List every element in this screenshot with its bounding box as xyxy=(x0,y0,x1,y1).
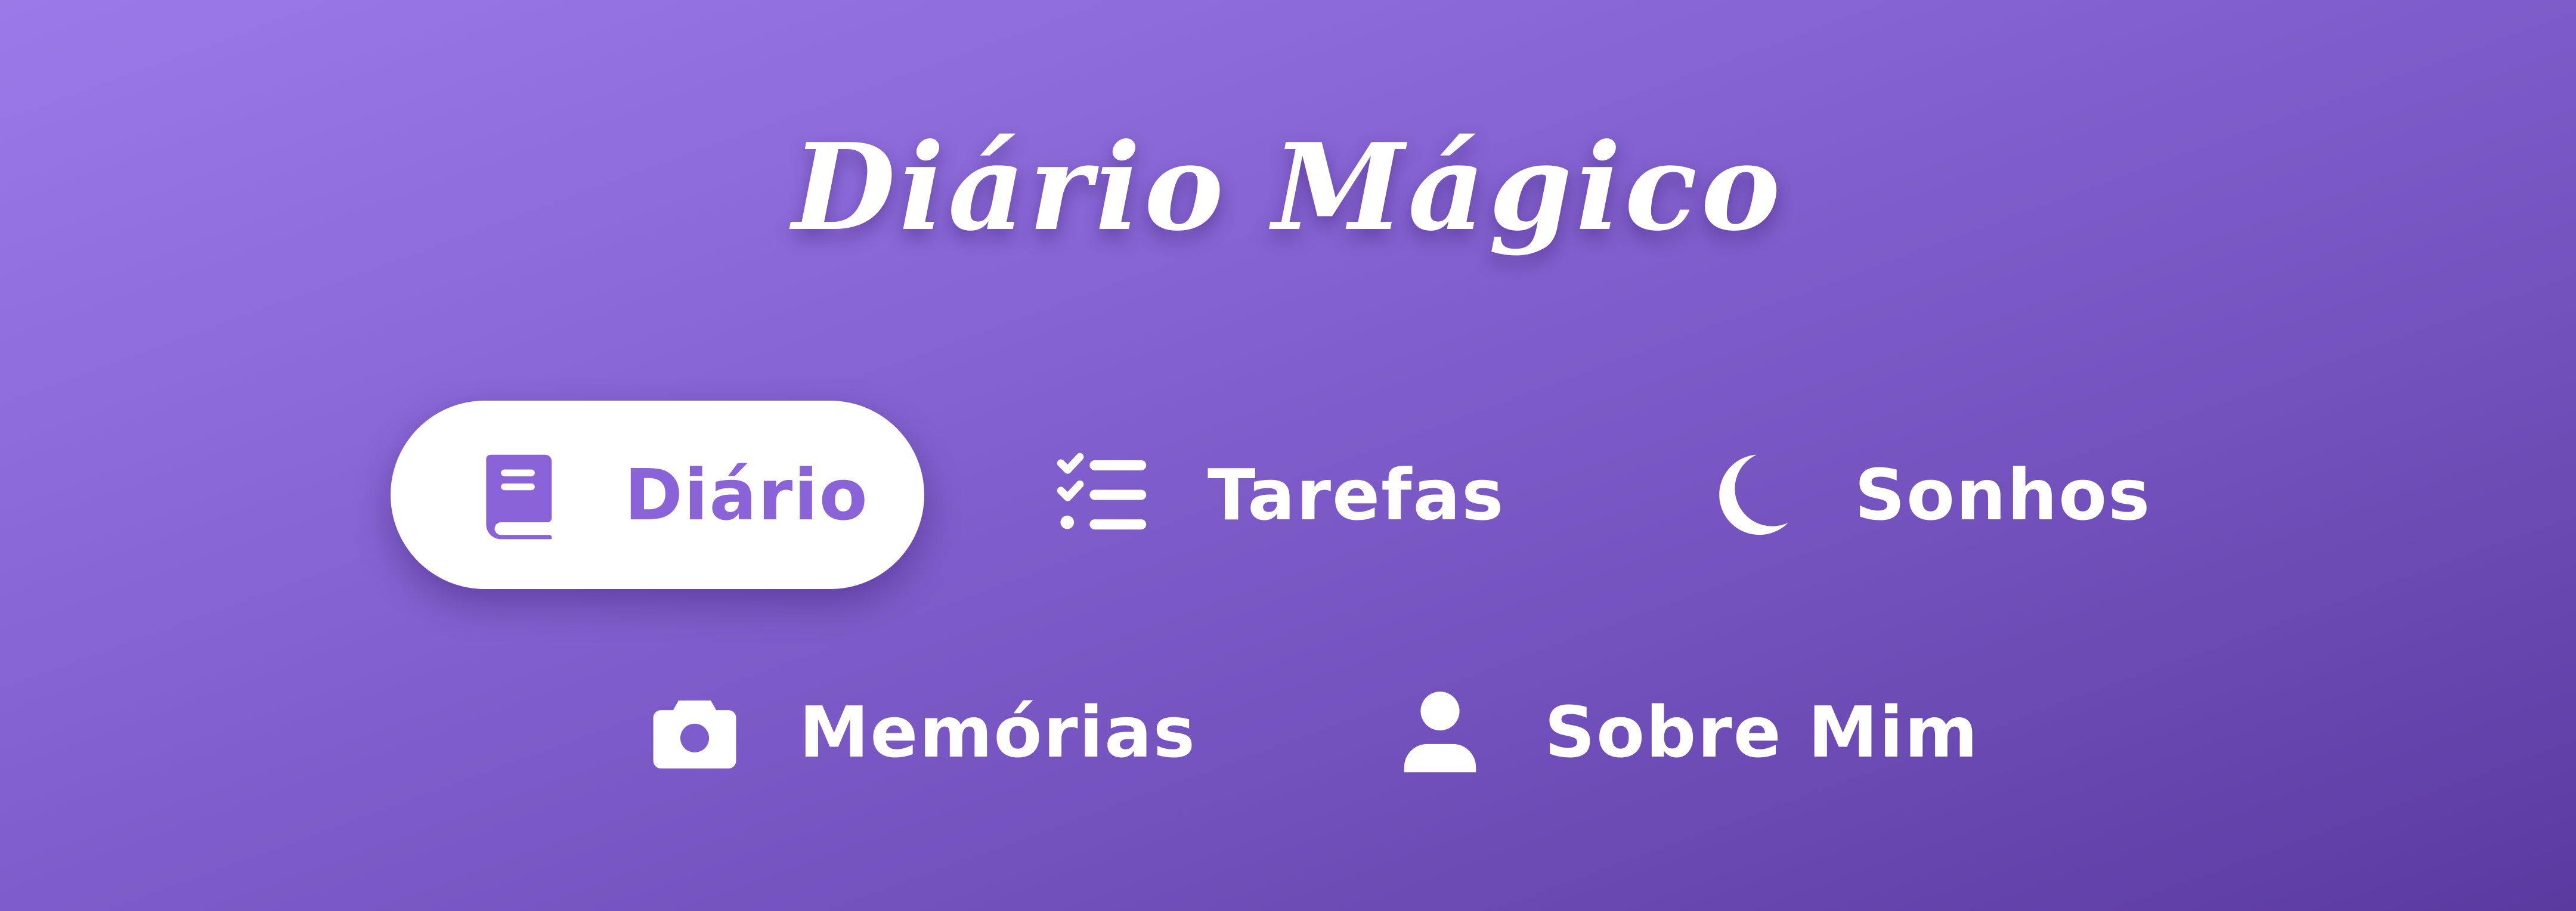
moon-icon xyxy=(1699,444,1801,546)
user-icon xyxy=(1389,681,1491,783)
app-title: Diário Mágico xyxy=(792,117,1784,258)
camera-icon xyxy=(644,681,745,783)
nav-item-label: Tarefas xyxy=(1208,454,1505,536)
nav-item-label: Memórias xyxy=(799,691,1196,773)
nav-item-label: Sonhos xyxy=(1854,454,2151,536)
nav-item-sonhos[interactable]: Sonhos xyxy=(1622,401,2159,589)
nav-item-sobre-mim[interactable]: Sobre Mim xyxy=(1312,638,2027,826)
nav-item-label: Diário xyxy=(624,454,869,536)
checklist-icon xyxy=(1052,444,1154,546)
nav-item-diario[interactable]: Diário xyxy=(391,401,924,589)
nav-item-tarefas[interactable]: Tarefas xyxy=(975,401,1571,589)
nav-item-label: Sobre Mim xyxy=(1544,691,1979,773)
book-icon xyxy=(469,444,571,546)
nav-item-memorias[interactable]: Memórias xyxy=(566,638,1222,826)
